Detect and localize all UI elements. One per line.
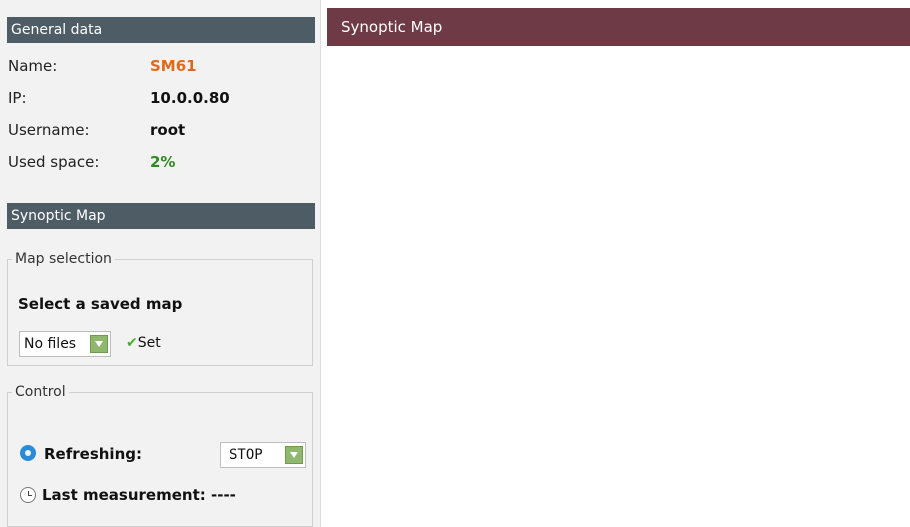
used-space-label: Used space: bbox=[8, 153, 100, 171]
check-icon: ✔ bbox=[126, 335, 138, 351]
synoptic-map-main-header: Synoptic Map bbox=[327, 8, 910, 46]
control-legend: Control bbox=[15, 384, 66, 400]
last-measurement-label: Last measurement: bbox=[42, 486, 206, 504]
chevron-down-icon bbox=[90, 335, 108, 353]
map-selection-group: Map selection Select a saved map No file… bbox=[7, 251, 313, 366]
name-value: SM61 bbox=[150, 57, 197, 75]
sidebar: General data Name: SM61 IP: 10.0.0.80 Us… bbox=[0, 0, 321, 527]
username-label: Username: bbox=[8, 121, 90, 139]
set-map-button-label: Set bbox=[137, 335, 161, 351]
chevron-down-icon bbox=[285, 446, 303, 464]
refresh-interval-select[interactable]: STOP bbox=[220, 442, 306, 468]
last-measurement-row: Last measurement: ---- bbox=[20, 486, 236, 504]
map-file-select[interactable]: No files bbox=[19, 331, 111, 357]
refreshing-row: Refreshing: bbox=[20, 445, 142, 463]
synoptic-map-sidebar-header: Synoptic Map bbox=[7, 203, 315, 229]
used-space-value: 2% bbox=[150, 153, 176, 171]
general-data-header: General data bbox=[7, 17, 315, 43]
ip-label: IP: bbox=[8, 89, 27, 107]
username-value: root bbox=[150, 121, 186, 139]
name-label: Name: bbox=[8, 57, 58, 75]
select-saved-map-title: Select a saved map bbox=[18, 295, 183, 313]
map-selection-legend: Map selection bbox=[15, 251, 112, 267]
ip-value: 10.0.0.80 bbox=[150, 89, 230, 107]
refresh-interval-select-value: STOP bbox=[229, 447, 263, 463]
map-file-select-value: No files bbox=[24, 336, 77, 352]
control-group: Control Refreshing: STOP Last measuremen… bbox=[7, 384, 313, 527]
last-measurement-value: ---- bbox=[211, 486, 236, 504]
clock-icon bbox=[20, 487, 36, 503]
refresh-icon bbox=[20, 445, 36, 461]
set-map-button[interactable]: ✔Set bbox=[126, 335, 161, 351]
refreshing-label: Refreshing: bbox=[44, 445, 142, 463]
